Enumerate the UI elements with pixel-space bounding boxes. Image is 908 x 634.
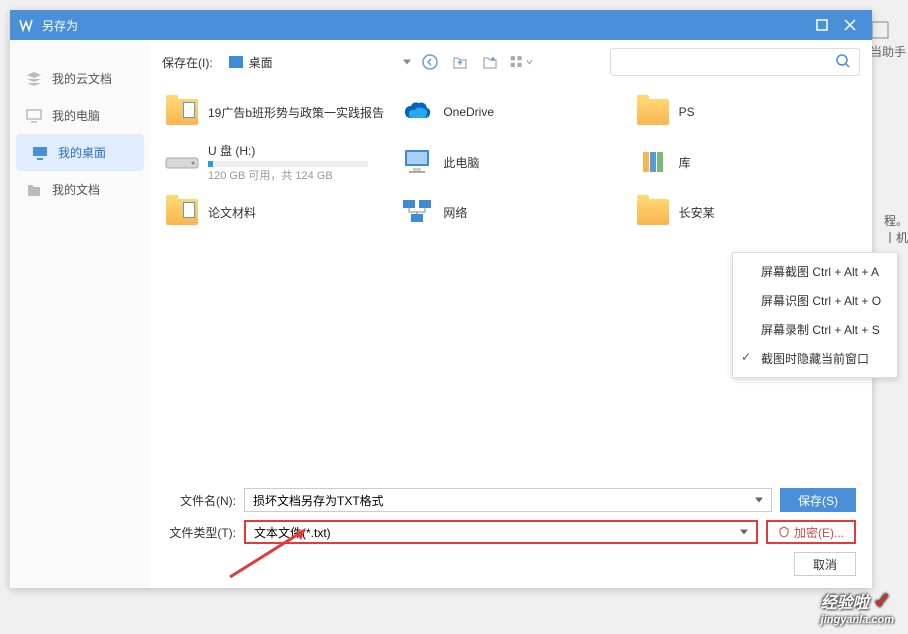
close-button[interactable]	[836, 11, 864, 39]
folder-icon	[164, 194, 200, 230]
file-name: 网络	[443, 204, 467, 221]
filetype-dropdown[interactable]: 文本文件(*.txt)	[244, 520, 758, 544]
menu-item-ocr[interactable]: 屏幕识图 Ctrl + Alt + O	[733, 286, 897, 315]
filename-label: 文件名(N):	[166, 492, 236, 509]
file-item-folder[interactable]: PS	[633, 88, 860, 136]
filename-input[interactable]: 损坏文档另存为TXT格式	[244, 488, 772, 512]
file-name: 此电脑	[443, 154, 479, 171]
sidebar-item-label: 我的电脑	[52, 107, 100, 124]
menu-item-label: 截图时隐藏当前窗口	[761, 352, 869, 366]
location-value: 桌面	[249, 54, 273, 71]
menu-item-record[interactable]: 屏幕录制 Ctrl + Alt + S	[733, 315, 897, 344]
folder-icon	[164, 94, 200, 130]
search-box[interactable]	[610, 48, 860, 76]
back-button[interactable]	[419, 51, 441, 73]
sidebar-item-cloud-docs[interactable]: 我的云文档	[10, 60, 150, 97]
file-item-thispc[interactable]: 此电脑	[397, 138, 624, 186]
menu-item-label: 屏幕截图 Ctrl + Alt + A	[761, 265, 879, 279]
annotation-arrow	[225, 522, 315, 582]
file-item-drive[interactable]: U 盘 (H:) 120 GB 可用，共 124 GB	[162, 138, 389, 186]
pc-icon	[399, 144, 435, 180]
file-name: OneDrive	[443, 105, 494, 119]
search-input[interactable]	[619, 55, 835, 69]
file-item-library[interactable]: 库	[633, 138, 860, 186]
context-menu: 屏幕截图 Ctrl + Alt + A 屏幕识图 Ctrl + Alt + O …	[732, 252, 898, 378]
background-side-text: 程。 丨机	[884, 212, 908, 246]
location-label: 保存在(I):	[162, 54, 213, 71]
cloud-doc-icon	[26, 71, 42, 87]
app-icon	[18, 17, 34, 33]
new-folder-button[interactable]	[479, 51, 501, 73]
shield-icon	[778, 526, 790, 538]
save-button[interactable]: 保存(S)	[780, 488, 856, 512]
folder-icon	[635, 94, 671, 130]
file-item-folder[interactable]: 论文材料	[162, 188, 389, 236]
file-item-user[interactable]: 长安某	[633, 188, 860, 236]
sidebar-item-documents[interactable]: 我的文档	[10, 171, 150, 208]
file-item-folder[interactable]: 19广告b班形势与政策一实践报告	[162, 88, 389, 136]
sidebar-item-computer[interactable]: 我的电脑	[10, 97, 150, 134]
file-name: 论文材料	[208, 204, 256, 221]
up-folder-button[interactable]	[449, 51, 471, 73]
encrypt-label: 加密(E)...	[794, 524, 844, 541]
user-folder-icon	[635, 194, 671, 230]
file-name: PS	[679, 105, 695, 119]
sidebar-item-label: 我的文档	[52, 181, 100, 198]
sidebar-item-label: 我的桌面	[58, 144, 106, 161]
location-dropdown[interactable]: 桌面	[221, 52, 411, 73]
file-item-network[interactable]: 网络	[397, 188, 624, 236]
sidebar: 我的云文档 我的电脑 我的桌面 我的文档	[10, 40, 150, 588]
watermark: 经验啦 ✓ jingyanla.com	[821, 588, 894, 626]
menu-item-screenshot[interactable]: 屏幕截图 Ctrl + Alt + A	[733, 257, 897, 286]
desktop-small-icon	[229, 56, 243, 68]
drive-icon	[164, 144, 200, 180]
titlebar: 另存为	[10, 10, 872, 40]
background-helper-text: 当助手	[870, 20, 906, 60]
menu-item-label: 屏幕识图 Ctrl + Alt + O	[761, 294, 881, 308]
library-icon	[635, 144, 671, 180]
maximize-button[interactable]	[808, 11, 836, 39]
computer-icon	[26, 108, 42, 124]
onedrive-icon	[399, 94, 435, 130]
dialog-title: 另存为	[42, 17, 808, 34]
sidebar-item-label: 我的云文档	[52, 70, 112, 87]
topbar: 保存在(I): 桌面	[150, 40, 872, 84]
drive-usage-text: 120 GB 可用，共 124 GB	[208, 167, 368, 183]
file-name: 19广告b班形势与政策一实践报告	[208, 104, 384, 121]
encrypt-button[interactable]: 加密(E)...	[766, 520, 856, 544]
filename-value: 损坏文档另存为TXT格式	[253, 492, 384, 509]
desktop-icon	[32, 145, 48, 161]
file-name: 库	[679, 154, 691, 171]
check-icon: ✓	[741, 350, 751, 364]
network-icon	[399, 194, 435, 230]
cancel-button[interactable]: 取消	[794, 552, 856, 576]
menu-item-label: 屏幕录制 Ctrl + Alt + S	[761, 323, 880, 337]
documents-icon	[26, 182, 42, 198]
menu-item-hide-window[interactable]: ✓ 截图时隐藏当前窗口	[733, 344, 897, 373]
view-mode-button[interactable]	[509, 51, 533, 73]
file-name: 长安某	[679, 204, 715, 221]
sidebar-item-desktop[interactable]: 我的桌面	[16, 134, 144, 171]
search-icon	[835, 53, 851, 72]
file-item-onedrive[interactable]: OneDrive	[397, 88, 624, 136]
file-name: U 盘 (H:)	[208, 142, 368, 159]
